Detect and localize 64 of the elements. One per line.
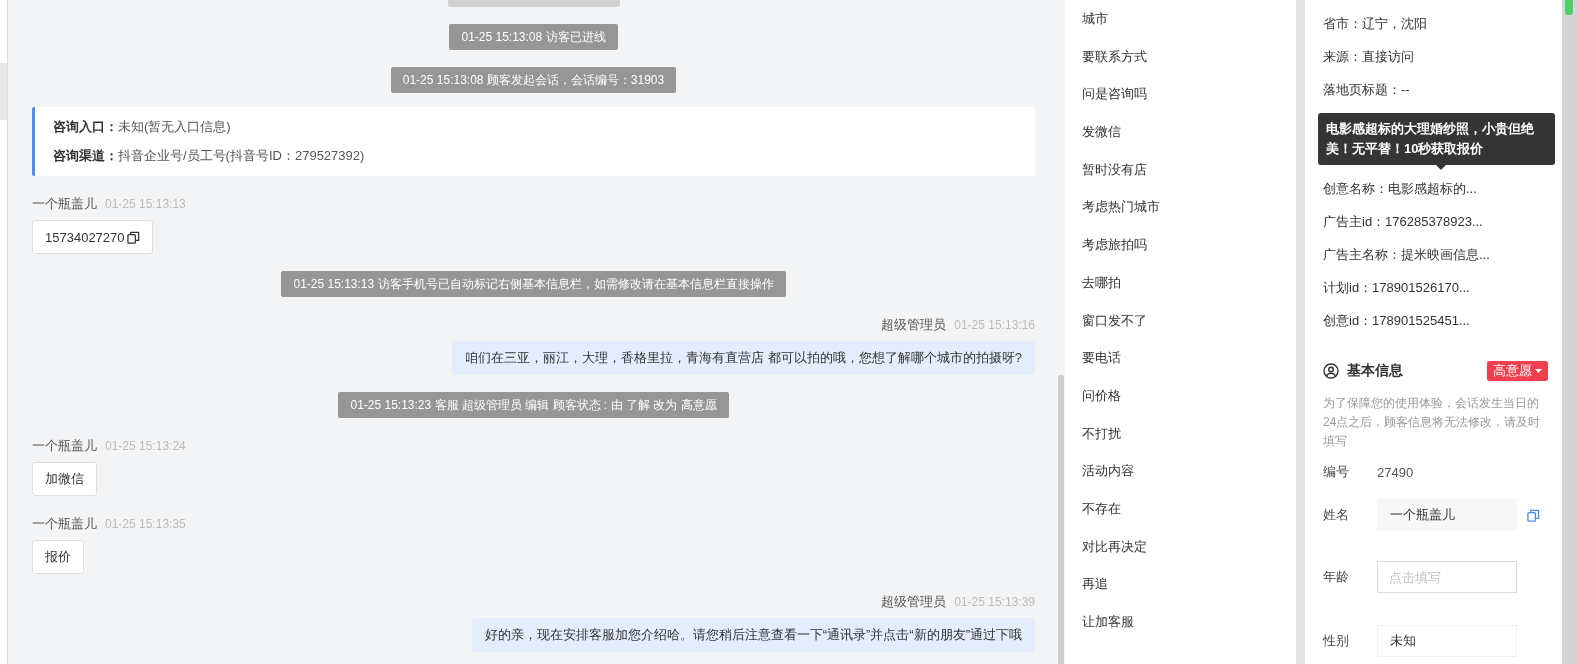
message-bubble: 加微信 xyxy=(32,462,97,496)
sender-name: 超级管理员 xyxy=(881,316,947,334)
message-time: 01-25 15:13:16 xyxy=(954,318,1035,332)
sender-name: 一个瓶盖儿 xyxy=(32,515,97,533)
quick-reply-item[interactable]: 考虑热门城市 xyxy=(1082,195,1296,234)
field-label: 年龄 xyxy=(1323,568,1350,586)
section-title: 基本信息 xyxy=(1347,362,1404,380)
system-message: 01-25 15:13:08 访客已进线 xyxy=(449,24,618,50)
field-label: 编号 xyxy=(1323,463,1350,481)
detail-field: 创意id：178901525451... xyxy=(1323,304,1548,337)
message-bubble: 报价 xyxy=(32,540,84,574)
quick-reply-item[interactable]: 要电话 xyxy=(1082,346,1296,384)
sender-name: 一个瓶盖儿 xyxy=(32,195,97,213)
system-message: 01-25 15:13:23 客服 超级管理员 编辑 顾客状态 : 由 了解 改为 高意愿 xyxy=(338,392,729,418)
sender-name: 一个瓶盖儿 xyxy=(32,437,97,455)
info-line: 咨询入口：未知(暂无入口信息) xyxy=(53,118,232,136)
detail-field: 广告主id：176285378923... xyxy=(1323,205,1548,238)
quick-reply-item[interactable]: 让加客服 xyxy=(1082,610,1296,648)
quick-reply-item[interactable]: 要联系方式 xyxy=(1082,44,1296,83)
field-label: 性别 xyxy=(1323,632,1350,650)
quick-reply-item[interactable]: 不存在 xyxy=(1082,496,1296,535)
detail-field: 来源：直接访问 xyxy=(1323,40,1548,73)
detail-field: 创意名称：电影感超标的... xyxy=(1323,172,1548,205)
quick-reply-item[interactable]: 问是咨询吗 xyxy=(1082,82,1296,121)
detail-field: 广告主名称：提米映画信息... xyxy=(1323,238,1548,271)
detail-field: 计划id：178901526170... xyxy=(1323,271,1548,304)
quick-reply-item[interactable]: 城市 xyxy=(1082,7,1296,45)
system-message: 01-25 15:13:08 顾客发起会话，会话编号：31903 xyxy=(390,67,677,93)
message-bubble: 咱们在三亚，丽江，大理，香格里拉，青海有直营店 都可以拍的哦，您想了解哪个城市的拍摄呀? xyxy=(452,341,1035,375)
detail-field: 落地页标题：-- xyxy=(1323,73,1548,106)
intent-dropdown[interactable]: 高意愿 xyxy=(1487,361,1548,381)
message-time: 01-25 15:13:13 xyxy=(105,197,186,211)
scrollbar[interactable] xyxy=(1058,375,1064,664)
id-value: 27490 xyxy=(1377,464,1414,480)
message-bubble: 好的亲，现在安排客服加您介绍哈。请您稍后注意查看一下“通讯录”并点击“新的朋友”通过下哦 xyxy=(471,618,1035,652)
quick-reply-item[interactable]: 再追 xyxy=(1082,572,1296,610)
scrollbar[interactable] xyxy=(1562,0,1577,664)
sender-name: 超级管理员 xyxy=(881,593,947,611)
quick-reply-item[interactable]: 问价格 xyxy=(1082,383,1296,422)
scroll-thumb[interactable] xyxy=(1565,0,1573,15)
age-input[interactable]: 点击填写 xyxy=(1377,561,1517,593)
message-time: 01-25 15:13:35 xyxy=(105,517,186,531)
quick-reply-item[interactable]: 不打扰 xyxy=(1082,421,1296,460)
quick-reply-item[interactable]: 去哪拍 xyxy=(1082,270,1296,309)
tooltip-arrow xyxy=(1436,165,1446,170)
quick-reply-item[interactable]: 活动内容 xyxy=(1082,459,1296,497)
gender-field[interactable]: 未知 xyxy=(1377,625,1517,657)
user-icon xyxy=(1323,363,1339,379)
quick-reply-item[interactable]: 窗口发不了 xyxy=(1082,308,1296,347)
copy-icon[interactable] xyxy=(126,230,140,244)
name-field[interactable]: 一个瓶盖儿 xyxy=(1377,499,1517,531)
quick-reply-item[interactable]: 发微信 xyxy=(1082,120,1296,158)
detail-field: 省市：辽宁，沈阳 xyxy=(1323,7,1548,40)
message-time: 01-25 15:13:39 xyxy=(954,595,1035,609)
quick-reply-item[interactable]: 考虑旅拍吗 xyxy=(1082,233,1296,271)
info-line: 咨询渠道：抖音企业号/员工号(抖音号ID：279527392) xyxy=(53,147,366,165)
quick-reply-item[interactable]: 对比再决定 xyxy=(1082,534,1296,573)
field-label: 姓名 xyxy=(1323,506,1350,524)
system-message: 01-25 15:13:13 访客手机号已自动标记右侧基本信息栏，如需修改请在基本信息栏直接操作 xyxy=(281,271,786,297)
message-bubble: 15734027270 xyxy=(32,220,153,254)
message-time: 01-25 15:13:24 xyxy=(105,439,186,453)
caret-icon xyxy=(1535,369,1542,373)
quick-reply-item[interactable]: 暂时没有店 xyxy=(1082,157,1296,196)
notice-text: 为了保障您的使用体验，会话发生当日的24点之后，顾客信息将无法修改，请及时填写 xyxy=(1323,395,1542,450)
